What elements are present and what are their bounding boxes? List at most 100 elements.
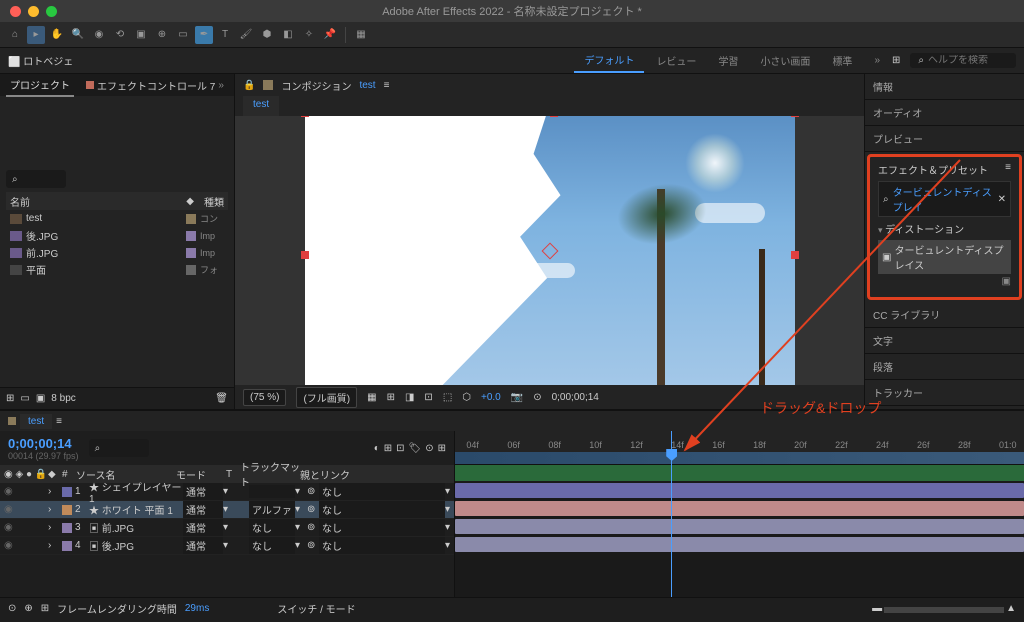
workspace-tab-default[interactable]: デフォルト (574, 48, 644, 73)
composition-viewer[interactable] (235, 116, 864, 385)
clear-icon[interactable]: ✕ (998, 194, 1006, 205)
white-solid-shape[interactable] (305, 116, 575, 385)
project-item[interactable]: 平面 フォ (6, 261, 228, 278)
panel-menu-icon[interactable]: ≡ (56, 416, 62, 427)
new-folder-icon[interactable]: ▭ (20, 393, 29, 404)
quality-dropdown[interactable]: (フル画質) (296, 387, 357, 408)
timeline-zoom-slider[interactable] (884, 607, 1004, 613)
transform-handle[interactable] (791, 251, 799, 259)
window-minimize[interactable] (28, 6, 39, 17)
transform-handle[interactable] (791, 385, 799, 386)
fill-icon[interactable]: ▦ (352, 26, 370, 44)
camera-tool-icon[interactable]: ▣ (132, 26, 150, 44)
paragraph-panel-header[interactable]: 段落 (865, 354, 1024, 380)
col-parent[interactable]: 親とリンク (300, 467, 450, 482)
exposure-value[interactable]: +0.0 (481, 392, 501, 403)
roto-tool-icon[interactable]: ✧ (300, 26, 318, 44)
playhead[interactable] (671, 431, 672, 597)
preview-panel-header[interactable]: プレビュー (865, 126, 1024, 152)
timeline-icon[interactable]: ⊙ (425, 443, 433, 454)
roto-bezier-toggle[interactable]: ⬜ ロトベジェ (8, 53, 73, 68)
eraser-tool-icon[interactable]: ◧ (279, 26, 297, 44)
viewer-opt-icon[interactable]: ◨ (405, 392, 414, 403)
workspace-tab-review[interactable]: レビュー (646, 49, 706, 72)
timeline-tab[interactable]: test (20, 414, 52, 429)
stamp-tool-icon[interactable]: ⬢ (258, 26, 276, 44)
window-zoom[interactable] (46, 6, 57, 17)
transform-handle[interactable] (301, 385, 309, 386)
timeline-icon[interactable]: 🏷 (409, 443, 422, 454)
project-item[interactable]: test コン (6, 210, 228, 227)
project-tab[interactable]: プロジェクト (6, 74, 74, 97)
selection-tool-icon[interactable]: ▸ (27, 26, 45, 44)
layer-duration-bar[interactable] (455, 483, 1024, 498)
rotate-tool-icon[interactable]: ⟲ (111, 26, 129, 44)
viewer-opt-icon[interactable]: ⊙ (533, 392, 541, 403)
panel-toggle-icon[interactable]: ⊞ (892, 55, 900, 66)
layer-duration-bar[interactable] (455, 501, 1024, 516)
bpc-label[interactable]: 8 bpc (51, 393, 75, 404)
text-tool-icon[interactable]: T (216, 26, 234, 44)
hand-tool-icon[interactable]: ✋ (48, 26, 66, 44)
effects-search-input[interactable]: タービュレントディスプレイ (893, 184, 994, 214)
toggle-icon[interactable]: ⊙ (8, 603, 16, 614)
timeline-icon[interactable]: ⊡ (396, 443, 404, 454)
workspace-more-icon[interactable]: » (864, 51, 890, 70)
project-item[interactable]: 後.JPG Imp (6, 227, 228, 244)
layer-row[interactable]: ◉ ›4▣ 後.JPG通常▾なし▾⊚なし▾ (0, 537, 454, 555)
window-close[interactable] (10, 6, 21, 17)
layer-row[interactable]: ◉ ›1★ シェイプレイヤー 1通常▾ ▾⊚なし▾ (0, 483, 454, 501)
cc-libraries-header[interactable]: CC ライブラリ (865, 302, 1024, 328)
viewer-opt-icon[interactable]: ▦ (367, 392, 376, 403)
layer-duration-bar[interactable] (455, 519, 1024, 534)
lock-icon[interactable]: 🔒 (243, 80, 255, 91)
workspace-tab-learn[interactable]: 学習 (708, 49, 748, 72)
work-area-bar[interactable] (455, 452, 1024, 464)
snapshot-icon[interactable]: 📷 (511, 392, 523, 403)
transform-handle[interactable] (301, 251, 309, 259)
anchor-point[interactable] (541, 242, 558, 259)
workspace-tab-small[interactable]: 小さい画面 (750, 49, 820, 72)
effects-presets-label[interactable]: エフェクト＆プリセット (878, 162, 988, 177)
timeline-icon[interactable]: ⊞ (384, 443, 392, 454)
layer-duration-bar[interactable] (455, 537, 1024, 552)
zoom-out-icon[interactable]: ▬ (872, 603, 882, 614)
transform-handle[interactable] (550, 385, 558, 386)
viewer-opt-icon[interactable]: ⊞ (387, 392, 395, 403)
zoom-tool-icon[interactable]: 🔍 (69, 26, 87, 44)
trash-icon[interactable]: 🗑 (215, 393, 228, 404)
workspace-tab-standard[interactable]: 標準 (822, 49, 862, 72)
comp-name[interactable]: test (359, 80, 375, 91)
home-icon[interactable]: ⌂ (6, 26, 24, 44)
interpret-icon[interactable]: ⊞ (6, 393, 14, 404)
transform-handle[interactable] (301, 116, 309, 117)
viewer-timecode[interactable]: 0;00;00;14 (552, 392, 599, 403)
effect-result-item[interactable]: ▣ タービュレントディスプレイス (878, 240, 1011, 274)
project-col-type[interactable]: 種類 (194, 194, 224, 209)
effect-category[interactable]: ディストーション (885, 225, 964, 236)
brush-tool-icon[interactable]: 🖌 (237, 26, 255, 44)
panel-menu-icon[interactable]: ≡ (384, 80, 390, 91)
layer-row[interactable]: ◉ ›2★ ホワイト 平面 1通常▾アルファ▾⊚なし▾ (0, 501, 454, 519)
project-col-name[interactable]: 名前 (10, 194, 186, 209)
tracker-panel-header[interactable]: トラッカー (865, 380, 1024, 406)
comp-tab[interactable]: test (243, 96, 279, 116)
new-bin-icon[interactable]: ▣ (878, 276, 1011, 287)
help-search-input[interactable] (928, 55, 1008, 66)
orbit-tool-icon[interactable]: ◉ (90, 26, 108, 44)
toggle-icon[interactable]: ⊕ (24, 603, 32, 614)
effect-controls-tab[interactable]: エフェクトコントロール 7 » (86, 78, 224, 93)
transform-handle[interactable] (550, 116, 558, 117)
viewer-opt-icon[interactable]: ⊡ (424, 392, 432, 403)
current-timecode[interactable]: 0;00;00;14 (8, 436, 79, 451)
pen-tool-icon[interactable]: ✒ (195, 26, 213, 44)
new-comp-icon[interactable]: ▣ (36, 393, 45, 404)
project-search-input[interactable]: ⌕ (6, 170, 66, 188)
anchor-tool-icon[interactable]: ⊕ (153, 26, 171, 44)
character-panel-header[interactable]: 文字 (865, 328, 1024, 354)
panel-menu-icon[interactable]: ≡ (1005, 162, 1011, 177)
audio-panel-header[interactable]: オーディオ (865, 100, 1024, 126)
timeline-search[interactable]: ⌕ (89, 439, 149, 457)
puppet-tool-icon[interactable]: 📌 (321, 26, 339, 44)
rect-tool-icon[interactable]: ▭ (174, 26, 192, 44)
